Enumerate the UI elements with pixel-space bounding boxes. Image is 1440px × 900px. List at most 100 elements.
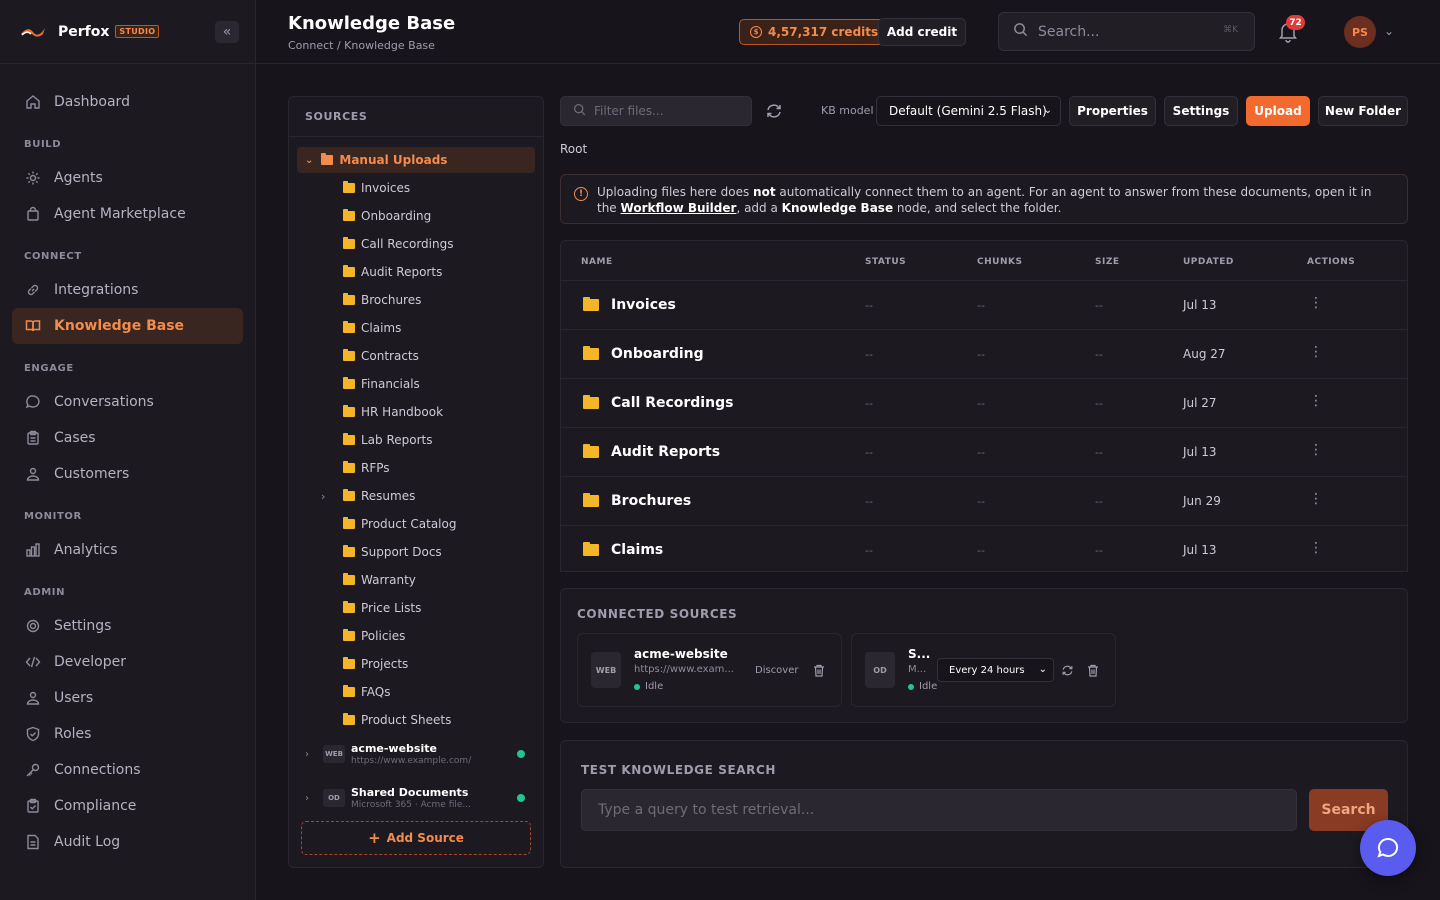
column-header-size[interactable]: SIZE	[1095, 257, 1120, 267]
table-row[interactable]: Audit Reports -- -- -- Jul 13 ⋮	[561, 427, 1407, 476]
sidebar-item-users[interactable]: Users	[12, 680, 243, 716]
test-query-input[interactable]: Type a query to test retrieval...	[581, 789, 1297, 831]
add-credit-button[interactable]: Add credit	[878, 18, 966, 46]
tree-folder[interactable]: Policies	[297, 623, 535, 649]
table-row[interactable]: Invoices -- -- -- Jul 13 ⋮	[561, 280, 1407, 329]
code-icon	[24, 653, 42, 671]
collapse-sidebar-button[interactable]: «	[215, 21, 239, 43]
kebab-menu-icon[interactable]: ⋮	[1309, 491, 1323, 507]
sources-tree[interactable]: ⌄ Manual Uploads Invoices Onboarding Cal…	[289, 137, 543, 809]
tree-folder[interactable]: Claims	[297, 315, 535, 341]
table-row[interactable]: Brochures -- -- -- Jun 29 ⋮	[561, 476, 1407, 525]
sidebar-item-analytics[interactable]: Analytics	[12, 532, 243, 568]
sidebar-item-integrations[interactable]: Integrations	[12, 272, 243, 308]
column-header-chunks[interactable]: CHUNKS	[977, 257, 1022, 267]
row-name[interactable]: Invoices	[583, 297, 676, 313]
trash-icon[interactable]	[1087, 664, 1099, 677]
table-row[interactable]: Claims -- -- -- Jul 13 ⋮	[561, 525, 1407, 571]
sync-schedule-select[interactable]: Every 24 hours ⌄	[937, 658, 1054, 682]
tree-folder[interactable]: RFPs	[297, 455, 535, 481]
row-updated: Jul 13	[1183, 543, 1217, 557]
row-name[interactable]: Audit Reports	[583, 444, 720, 460]
sidebar-item-customers[interactable]: Customers	[12, 456, 243, 492]
row-name[interactable]: Brochures	[583, 493, 691, 509]
workflow-builder-link[interactable]: Workflow Builder	[621, 201, 737, 215]
global-search-input[interactable]: Search... ⌘K	[998, 12, 1255, 51]
notice-emphasis: not	[753, 185, 776, 199]
sidebar-item-audit-log[interactable]: Audit Log	[12, 824, 243, 860]
sidebar-item-compliance[interactable]: Compliance	[12, 788, 243, 824]
row-name[interactable]: Onboarding	[583, 346, 704, 362]
tree-folder[interactable]: Price Lists	[297, 595, 535, 621]
connected-source-card[interactable]: OD S... M... Idle Every 24 hours ⌄	[851, 633, 1116, 707]
connected-source-card[interactable]: WEB acme-website https://www.exam... Idl…	[577, 633, 842, 707]
sidebar-item-settings[interactable]: Settings	[12, 608, 243, 644]
chevron-right-icon[interactable]: ›	[321, 490, 343, 503]
column-header-updated[interactable]: UPDATED	[1183, 257, 1234, 267]
upload-button[interactable]: Upload	[1246, 96, 1310, 126]
notice-text: , add a	[736, 201, 782, 215]
row-chunks: --	[977, 397, 985, 410]
add-source-button[interactable]: + Add Source	[301, 821, 531, 855]
tree-folder[interactable]: Warranty	[297, 567, 535, 593]
chat-launcher-button[interactable]	[1360, 820, 1416, 876]
chevron-right-icon[interactable]: ›	[305, 749, 319, 760]
sidebar-item-developer[interactable]: Developer	[12, 644, 243, 680]
discover-button[interactable]: Discover	[755, 665, 799, 676]
chevron-down-icon[interactable]: ⌄	[1384, 24, 1394, 38]
sidebar-item-cases[interactable]: Cases	[12, 420, 243, 456]
new-folder-button[interactable]: New Folder	[1318, 96, 1408, 126]
kebab-menu-icon[interactable]: ⋮	[1309, 344, 1323, 360]
tree-folder[interactable]: Product Sheets	[297, 707, 535, 733]
tree-source-acme-website[interactable]: › WEB acme-website https://www.example.c…	[297, 737, 535, 771]
kebab-menu-icon[interactable]: ⋮	[1309, 295, 1323, 311]
kebab-menu-icon[interactable]: ⋮	[1309, 540, 1323, 556]
connected-sources-section: CONNECTED SOURCES WEB acme-website https…	[560, 588, 1408, 723]
sidebar-item-dashboard[interactable]: Dashboard	[12, 84, 243, 120]
filter-files-input[interactable]: Filter files...	[560, 96, 752, 126]
properties-button[interactable]: Properties	[1069, 96, 1156, 126]
table-row[interactable]: Call Recordings -- -- -- Jul 27 ⋮	[561, 378, 1407, 427]
tree-folder[interactable]: Contracts	[297, 343, 535, 369]
tree-folder[interactable]: Invoices	[297, 175, 535, 201]
refresh-icon[interactable]	[765, 102, 783, 120]
tree-folder[interactable]: FAQs	[297, 679, 535, 705]
tree-folder[interactable]: › Resumes	[297, 483, 535, 509]
user-avatar[interactable]: PS	[1344, 16, 1376, 48]
kebab-menu-icon[interactable]: ⋮	[1309, 442, 1323, 458]
kb-model-select[interactable]: Default (Gemini 2.5 Flash) ⌄	[876, 96, 1061, 126]
breadcrumb[interactable]: Connect / Knowledge Base	[288, 39, 435, 52]
kebab-menu-icon[interactable]: ⋮	[1309, 393, 1323, 409]
chevron-right-icon[interactable]: ›	[305, 793, 319, 804]
refresh-icon[interactable]	[1061, 664, 1074, 677]
row-name[interactable]: Call Recordings	[583, 395, 733, 411]
tree-folder[interactable]: HR Handbook	[297, 399, 535, 425]
tree-folder[interactable]: Audit Reports	[297, 259, 535, 285]
tree-folder[interactable]: Financials	[297, 371, 535, 397]
folder-icon	[343, 657, 355, 669]
credits-badge[interactable]: $ 4,57,317 credits	[739, 19, 890, 45]
sidebar-item-conversations[interactable]: Conversations	[12, 384, 243, 420]
tree-folder[interactable]: Product Catalog	[297, 511, 535, 537]
sidebar-item-roles[interactable]: Roles	[12, 716, 243, 752]
tree-folder[interactable]: Lab Reports	[297, 427, 535, 453]
table-row[interactable]: Onboarding -- -- -- Aug 27 ⋮	[561, 329, 1407, 378]
column-header-status[interactable]: STATUS	[865, 257, 906, 267]
tree-root-manual-uploads[interactable]: ⌄ Manual Uploads	[297, 147, 535, 173]
column-header-name[interactable]: NAME	[581, 257, 613, 267]
trash-icon[interactable]	[813, 664, 825, 677]
folder-path-root[interactable]: Root	[560, 142, 587, 156]
row-name[interactable]: Claims	[583, 542, 663, 558]
tree-folder[interactable]: Projects	[297, 651, 535, 677]
sidebar-item-connections[interactable]: Connections	[12, 752, 243, 788]
tree-folder[interactable]: Onboarding	[297, 203, 535, 229]
sidebar-item-agents[interactable]: Agents	[12, 160, 243, 196]
tree-folder[interactable]: Call Recordings	[297, 231, 535, 257]
settings-button[interactable]: Settings	[1164, 96, 1238, 126]
tree-folder[interactable]: Support Docs	[297, 539, 535, 565]
tree-folder[interactable]: Brochures	[297, 287, 535, 313]
tree-source-shared-documents[interactable]: › OD Shared Documents Microsoft 365 · Ac…	[297, 781, 535, 809]
sidebar-item-knowledge-base[interactable]: Knowledge Base	[12, 308, 243, 344]
chevron-down-icon[interactable]: ⌄	[305, 155, 313, 166]
sidebar-item-agent-marketplace[interactable]: Agent Marketplace	[12, 196, 243, 232]
